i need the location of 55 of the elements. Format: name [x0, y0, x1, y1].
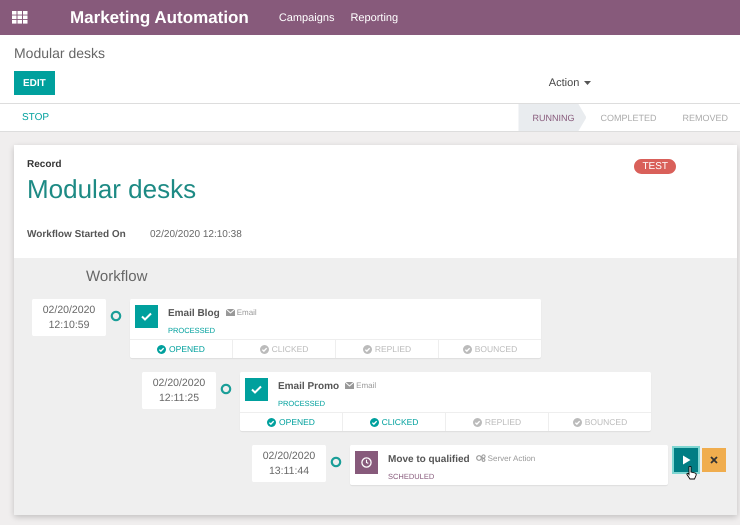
stop-button[interactable]: STOP — [14, 108, 58, 127]
status-stage[interactable]: RUNNING — [518, 104, 586, 131]
check-circle-icon — [267, 418, 276, 426]
timeline-node-icon — [220, 383, 232, 395]
check-circle-icon — [472, 418, 482, 426]
stat-label: CLICKED — [272, 344, 308, 354]
gears-icon — [476, 454, 486, 462]
check-circle-icon — [370, 418, 379, 426]
stat-label: BOUNCED — [584, 417, 628, 427]
record-name: Modular desks — [27, 174, 198, 205]
check-icon — [245, 378, 268, 401]
edit-button[interactable]: EDIT — [14, 71, 55, 95]
apps-menu-icon[interactable] — [12, 11, 28, 24]
clock-icon — [355, 451, 378, 474]
date-box: 02/20/2020 12:10:59 — [32, 299, 106, 336]
timeline-node-icon — [110, 310, 122, 322]
check-circle-icon — [572, 418, 582, 426]
caret-icon — [584, 81, 592, 85]
field-value: 02/20/2020 12:10:38 — [150, 229, 242, 240]
cancel-button[interactable] — [702, 448, 726, 472]
cursor-icon — [686, 466, 697, 480]
app-title: Marketing Automation — [70, 8, 249, 28]
check-circle-icon — [260, 344, 269, 354]
check-circle-icon — [362, 344, 372, 354]
field-label: Workflow Started On — [27, 229, 127, 240]
stat-label: OPENED — [169, 344, 205, 354]
menu-item[interactable]: Campaigns — [278, 12, 334, 24]
run-button[interactable] — [674, 448, 698, 472]
activity-type: Server Action — [488, 454, 536, 462]
breadcrumb[interactable]: Modular desks — [14, 45, 726, 61]
date-box: 02/20/2020 13:11:44 — [252, 445, 326, 482]
envelope-icon — [226, 309, 235, 316]
action-dropdown[interactable]: Action — [548, 77, 592, 89]
check-icon — [135, 305, 158, 328]
activity-type: Email — [236, 308, 257, 317]
stat-label: BOUNCED — [474, 344, 518, 354]
field-label: Record — [27, 159, 62, 170]
stat-label: OPENED — [279, 417, 315, 427]
menu-item[interactable]: Reporting — [350, 12, 398, 24]
envelope-icon — [345, 382, 354, 389]
activity-name: Email Promo — [278, 381, 340, 392]
activity-name: Email Blog — [168, 308, 220, 319]
test-badge: TEST — [634, 159, 676, 174]
stat-label: CLICKED — [382, 417, 418, 427]
check-circle-icon — [157, 344, 166, 354]
activity-name: Move to qualified — [388, 454, 470, 465]
workflow-title: Workflow — [86, 268, 148, 285]
timeline-node-icon — [330, 456, 342, 468]
activity-type: Email — [356, 381, 376, 390]
stat-label: REPLIED — [374, 344, 412, 354]
check-circle-icon — [462, 344, 472, 354]
stat-label: REPLIED — [484, 417, 522, 427]
close-icon — [710, 456, 718, 464]
play-icon — [682, 455, 690, 465]
date-box: 02/20/2020 12:11:25 — [142, 372, 216, 409]
